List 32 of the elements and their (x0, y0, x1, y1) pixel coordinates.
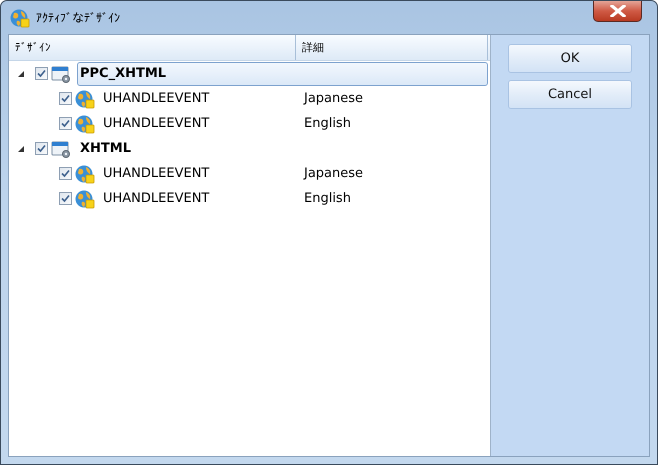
tree-item[interactable]: XHTML (77, 136, 488, 160)
globe-icon (10, 8, 30, 28)
expander-icon[interactable] (17, 70, 25, 78)
globe-icon (75, 188, 95, 208)
checkbox[interactable] (59, 92, 72, 105)
dialog-button[interactable]: OK (508, 44, 632, 73)
checkbox[interactable] (59, 167, 72, 180)
detail-text: English (304, 191, 351, 206)
window-gear-icon (51, 138, 71, 158)
tree-item[interactable]: UHANDLEEVENT (103, 89, 210, 108)
detail-text: Japanese (304, 91, 364, 106)
detail-text: English (304, 116, 351, 131)
window-gear-icon (51, 64, 71, 84)
column-header[interactable]: ﾃﾞｻﾞｲﾝ (9, 35, 296, 60)
globe-icon (75, 164, 95, 184)
column-header[interactable]: 詳細 (296, 35, 488, 60)
window-title: ｱｸﾃｨﾌﾞなﾃﾞｻﾞｲﾝ (36, 10, 120, 24)
dialog-button[interactable]: Cancel (508, 80, 632, 109)
tree-item[interactable]: PPC_XHTML (77, 62, 488, 86)
close-icon (610, 5, 626, 17)
detail-text: Japanese (304, 166, 364, 181)
checkbox[interactable] (35, 67, 48, 80)
close-button[interactable] (593, 1, 642, 22)
globe-icon (75, 114, 95, 134)
tree-item[interactable]: UHANDLEEVENT (103, 164, 210, 183)
checkbox[interactable] (59, 117, 72, 130)
tree-item[interactable]: UHANDLEEVENT (103, 189, 210, 208)
checkbox[interactable] (59, 192, 72, 205)
tree-item[interactable]: UHANDLEEVENT (103, 114, 210, 133)
expander-icon[interactable] (17, 144, 25, 152)
globe-icon (75, 88, 95, 108)
checkbox[interactable] (35, 142, 48, 155)
